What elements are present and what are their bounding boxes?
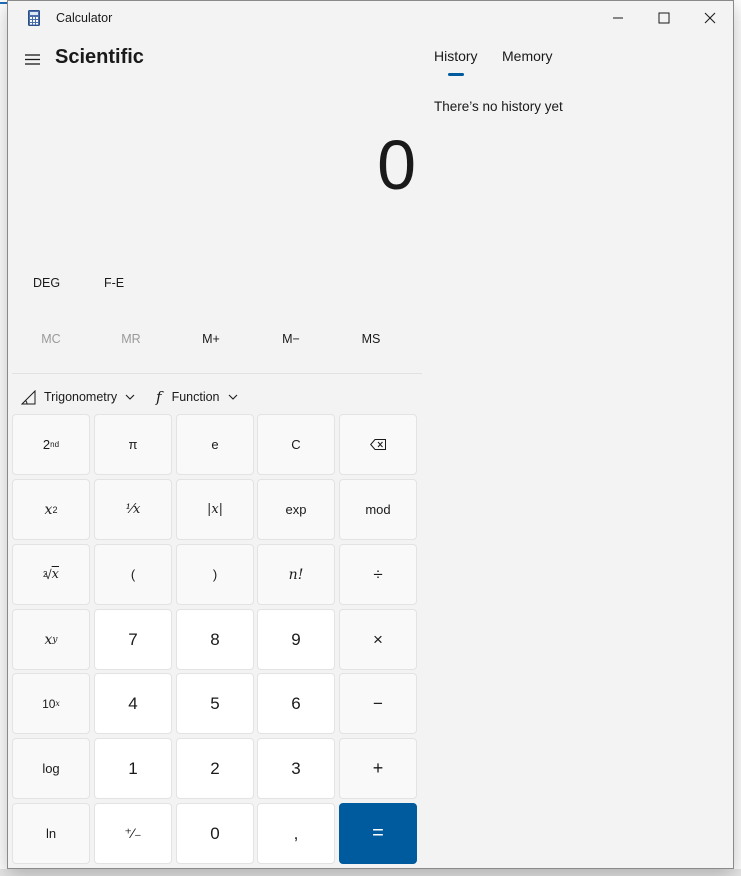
right-paren-button[interactable]: ) [176,544,254,605]
add-button[interactable]: + [339,738,417,799]
minimize-button[interactable] [595,1,641,35]
maximize-button[interactable] [641,1,687,35]
reciprocal-button[interactable]: ¹⁄x [94,479,172,540]
e-button[interactable]: e [176,414,254,475]
m-plus-button[interactable]: M+ [186,332,236,346]
function-label: Function [171,390,220,404]
triangle-ruler-icon [21,389,36,404]
calculator-panel: Scientific 0 DEG F-E MC MR M+ M− MS Trig… [8,35,422,869]
clear-button[interactable]: C [257,414,335,475]
window-title: Calculator [56,11,113,25]
function-f-icon: f [156,388,162,406]
square-button[interactable]: x2 [12,479,90,540]
history-panel: History Memory There’s no history yet [422,35,734,869]
power-button[interactable]: xy [12,609,90,670]
background-window-left [0,0,7,876]
close-icon [704,12,716,24]
two-button[interactable]: 2 [176,738,254,799]
multiply-button[interactable]: × [339,609,417,670]
title-bar: Calculator [8,1,733,35]
eight-button[interactable]: 8 [176,609,254,670]
equals-button[interactable]: = [339,803,417,864]
seven-button[interactable]: 7 [94,609,172,670]
calculator-app-icon [28,10,40,26]
mr-button[interactable]: MR [106,332,156,346]
zero-button[interactable]: 0 [176,803,254,864]
close-button[interactable] [687,1,733,35]
background-window-bottom [0,869,741,876]
chevron-down-icon [125,394,135,400]
tab-memory[interactable]: Memory [502,48,553,64]
left-paren-button[interactable]: ( [94,544,172,605]
backspace-button[interactable] [339,414,417,475]
history-empty-message: There’s no history yet [434,99,563,114]
nine-button[interactable]: 9 [257,609,335,670]
m-minus-button[interactable]: M− [266,332,316,346]
divide-button[interactable]: ÷ [339,544,417,605]
function-dropdown[interactable]: f Function [156,386,238,408]
active-tab-indicator [448,73,464,76]
subtract-button[interactable]: − [339,673,417,734]
ms-button[interactable]: MS [346,332,396,346]
ln-button[interactable]: ln [12,803,90,864]
one-button[interactable]: 1 [94,738,172,799]
tab-history[interactable]: History [434,48,478,64]
factorial-button[interactable]: n! [257,544,335,605]
exp-button[interactable]: exp [257,479,335,540]
mc-button[interactable]: MC [26,332,76,346]
hamburger-menu-icon[interactable] [23,51,43,67]
square-root-button[interactable]: 2 √ x [12,544,90,605]
five-button[interactable]: 5 [176,673,254,734]
second-button[interactable]: 2nd [12,414,90,475]
divider [12,373,422,374]
maximize-icon [658,12,670,24]
four-button[interactable]: 4 [94,673,172,734]
negate-button[interactable]: ⁺⁄₋ [94,803,172,864]
pi-button[interactable]: π [94,414,172,475]
trigonometry-dropdown[interactable]: Trigonometry [21,386,135,408]
log-button[interactable]: log [12,738,90,799]
deg-button[interactable]: DEG [33,276,60,290]
backspace-icon [370,439,386,450]
result-display: 0 [377,126,416,204]
background-accent-line [0,2,7,4]
mod-button[interactable]: mod [339,479,417,540]
background-window-right [734,0,741,876]
fe-button[interactable]: F-E [104,276,124,290]
ten-power-button[interactable]: 10 x [12,673,90,734]
chevron-down-icon [228,394,237,400]
decimal-button[interactable]: , [257,803,335,864]
mode-title: Scientific [55,46,144,68]
absolute-button[interactable]: |x| [176,479,254,540]
six-button[interactable]: 6 [257,673,335,734]
three-button[interactable]: 3 [257,738,335,799]
calculator-window: Calculator Scientific 0 DEG F-E MC MR M+… [7,0,734,869]
trigonometry-label: Trigonometry [44,390,118,404]
minimize-icon [613,17,623,19]
